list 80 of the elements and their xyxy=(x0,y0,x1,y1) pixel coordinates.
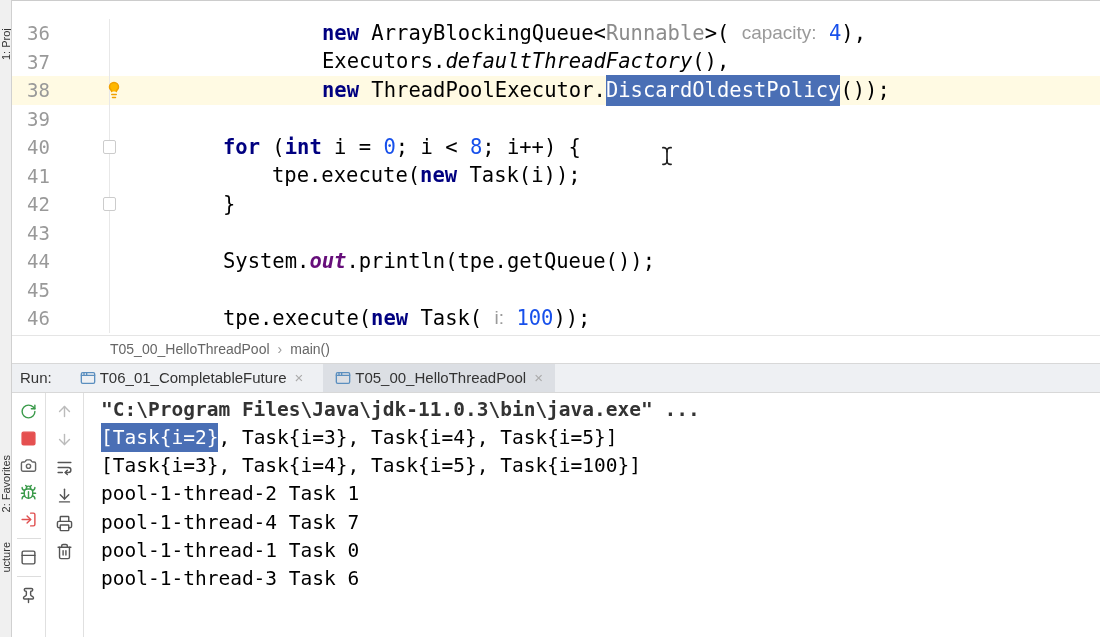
code-token: ( xyxy=(271,133,285,161)
run-config-icon xyxy=(79,370,96,386)
code-token: 100 xyxy=(515,304,554,332)
tool-window-label[interactable]: 1: Proj xyxy=(0,0,11,60)
code-token: ThreadPoolExecutor. xyxy=(370,76,606,104)
code-token: .println(tpe.getQueue()); xyxy=(346,247,655,275)
code-token: tpe.execute( xyxy=(272,162,421,190)
console-output: "C:\Program Files\Java\jdk-11.0.3\bin\java.exe" ... xyxy=(101,396,700,423)
run-tab[interactable]: T05_00_HelloThreadPool × xyxy=(323,364,555,392)
console-output: pool-1-thread-3 Task 6 xyxy=(101,566,360,593)
code-token: Runnable xyxy=(605,19,705,47)
code-token: >( xyxy=(704,19,731,47)
scroll-end-icon[interactable] xyxy=(56,487,73,504)
code-token: Task(i)); xyxy=(468,162,581,190)
code-token: Executors. xyxy=(322,48,446,76)
code-token: out xyxy=(309,247,347,275)
code-token: (), xyxy=(692,48,730,76)
line-number: 43 xyxy=(26,220,50,246)
tab-title: T05_00_HelloThreadPool xyxy=(355,367,527,388)
line-number: 40 xyxy=(26,135,50,160)
code-token: ; i++) { xyxy=(482,133,581,161)
layout-icon[interactable] xyxy=(20,549,37,566)
console-output: pool-1-thread-2 Task 1 xyxy=(101,481,360,508)
fold-marker-icon[interactable] xyxy=(103,140,116,155)
code-token: tpe.execute( xyxy=(223,304,372,332)
run-label: Run: xyxy=(19,367,53,388)
rerun-icon[interactable] xyxy=(20,403,37,420)
code-token: 8 xyxy=(469,133,483,161)
selected-text: [Task{i=2} xyxy=(101,422,219,453)
line-number: 42 xyxy=(26,192,50,217)
code-token: 4 xyxy=(827,19,842,47)
trash-icon[interactable] xyxy=(56,543,73,560)
wrap-icon[interactable] xyxy=(56,459,73,476)
line-number: 36 xyxy=(26,21,50,46)
code-token: ), xyxy=(841,19,866,47)
camera-icon[interactable] xyxy=(20,457,37,474)
code-token: )); xyxy=(553,304,591,332)
code-token: new xyxy=(322,76,360,104)
console-output: [Task{i=3}, Task{i=4}, Task{i=5}, Task{i=100}] xyxy=(101,453,642,480)
code-token: ; i < xyxy=(395,133,459,161)
line-number: 44 xyxy=(26,249,50,274)
print-icon[interactable] xyxy=(56,515,73,532)
tab-title: T06_01_CompletableFuture xyxy=(99,367,287,388)
code-token: capacity: xyxy=(741,21,817,45)
bug-icon[interactable] xyxy=(20,484,37,501)
line-number: 41 xyxy=(26,163,50,189)
pin-icon[interactable] xyxy=(20,587,37,604)
stop-icon[interactable] xyxy=(20,430,37,447)
breadcrumb-item[interactable]: T05_00_HelloThreadPool xyxy=(110,339,270,360)
login-icon[interactable] xyxy=(20,511,37,528)
code-token: i: xyxy=(494,306,505,330)
run-config-icon xyxy=(335,370,352,386)
code-token: new xyxy=(371,304,409,332)
line-number: 37 xyxy=(26,49,50,75)
breadcrumb-separator: › xyxy=(277,340,283,359)
line-number: 46 xyxy=(26,306,50,331)
code-token: new xyxy=(322,19,360,47)
console-output: , Task{i=3}, Task{i=4}, Task{i=5}] xyxy=(218,424,618,451)
console-output: pool-1-thread-4 Task 7 xyxy=(101,509,360,536)
code-token: } xyxy=(223,190,236,218)
line-number: 45 xyxy=(26,277,50,303)
code-token: ArrayBlockingQueue< xyxy=(370,19,606,47)
tool-window-label[interactable]: 2: Favorites xyxy=(0,455,11,513)
run-tab[interactable]: T06_01_CompletableFuture × xyxy=(67,364,316,392)
selected-text: DiscardOldestPolicy xyxy=(605,74,841,106)
code-token: System. xyxy=(223,247,310,275)
line-number: 38 xyxy=(26,78,50,103)
code-token: new xyxy=(420,162,458,190)
tool-window-label[interactable]: ucture xyxy=(0,542,11,574)
code-token: int xyxy=(284,133,322,161)
code-token: defaultThreadFactory xyxy=(445,48,693,76)
line-number: 39 xyxy=(26,106,50,132)
console-output: pool-1-thread-1 Task 0 xyxy=(101,538,360,564)
code-token: ()); xyxy=(840,76,890,104)
code-token: Task( xyxy=(419,304,484,332)
code-token: 0 xyxy=(383,133,396,161)
fold-marker-icon[interactable] xyxy=(103,197,116,212)
code-token: for xyxy=(223,133,261,161)
code-token: i = xyxy=(333,133,373,161)
breadcrumb-item[interactable]: main() xyxy=(290,339,330,360)
